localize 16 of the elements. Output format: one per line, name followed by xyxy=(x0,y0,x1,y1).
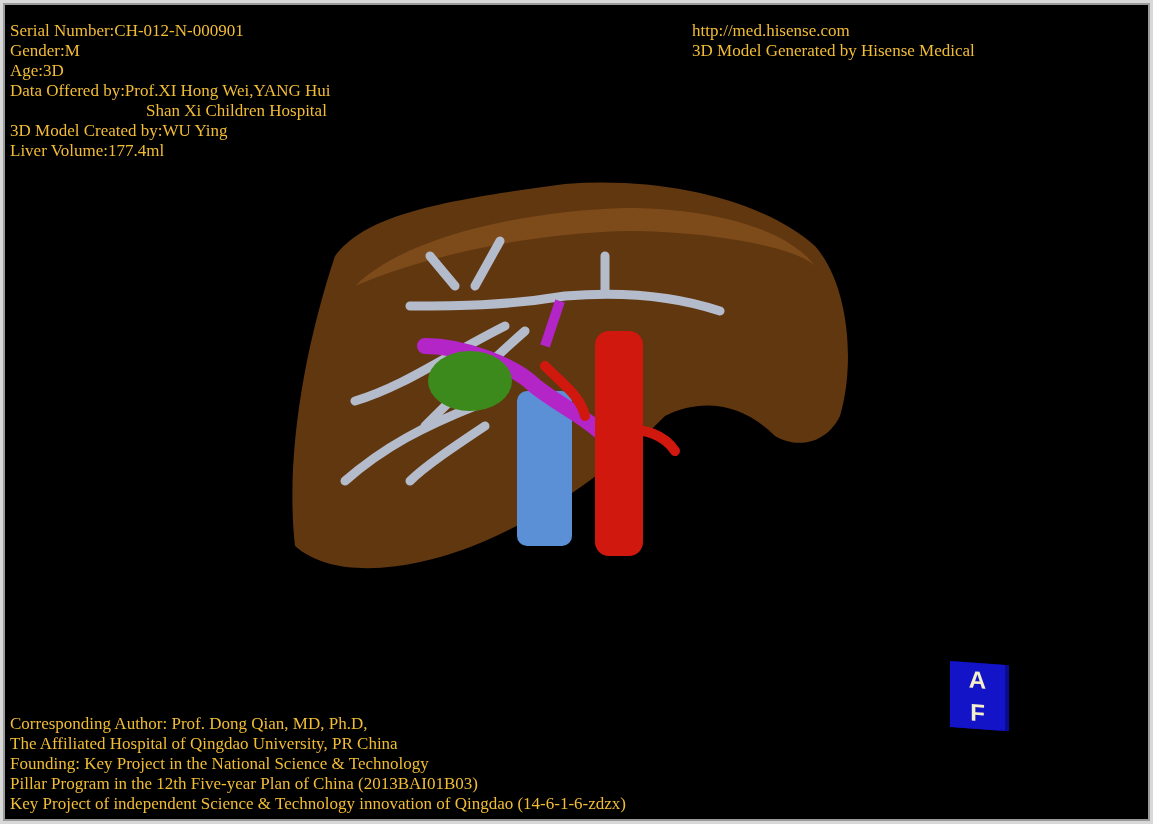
info-text: http://med.hisense.com xyxy=(692,21,851,41)
credit-text: Corresponding Author: Prof. Dong Qian, MD, Ph.D, xyxy=(10,714,369,734)
credit-text: Key Project of independent Science & Technology innovation of Qingdao (14-6-1-6-zdzx) xyxy=(10,794,627,814)
info-text: Serial Number:CH-012-N-000901 xyxy=(10,21,245,41)
info-text: 3D Model Generated by Hisense Medical xyxy=(692,41,975,61)
credit-text: Pillar Program in the 12th Five-year Plan of China (2013BAI01B03) xyxy=(10,774,479,794)
info-text: 3D Model Created by:WU Ying xyxy=(10,121,229,141)
info-text: Gender:M xyxy=(10,41,81,61)
cube-label: F xyxy=(970,700,985,725)
info-text: Liver Volume:177.4ml xyxy=(10,141,166,161)
info-text: Age:3D xyxy=(10,61,65,81)
credit-text: Founding: Key Project in the National Science & Technology xyxy=(10,754,430,774)
credit-text: The Affiliated Hospital of Qingdao University, PR China xyxy=(10,734,399,754)
info-text: Shan Xi Children Hospital xyxy=(145,101,328,121)
cube-label: A xyxy=(968,666,987,693)
info-text: Data Offered by:Prof.XI Hong Wei,YANG Hui xyxy=(10,81,332,101)
